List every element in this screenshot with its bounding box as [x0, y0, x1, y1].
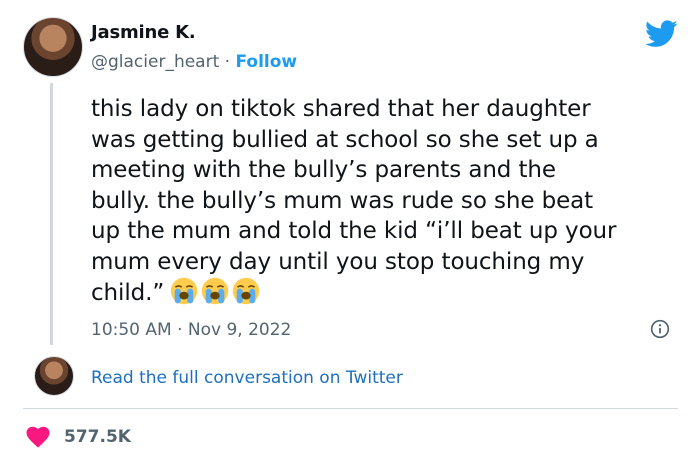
author-name[interactable]: Jasmine K.	[91, 22, 196, 43]
thread-line	[50, 83, 53, 345]
loudly-crying-face-icon	[170, 277, 198, 305]
loudly-crying-face-icon	[201, 277, 229, 305]
info-icon[interactable]	[650, 319, 670, 339]
divider	[23, 408, 678, 409]
emoji-row	[170, 277, 260, 305]
tweet-text-block: this lady on tiktok shared that her daug…	[91, 94, 691, 309]
author-handle[interactable]: @glacier_heart	[91, 52, 219, 72]
read-conversation-link[interactable]: Read the full conversation on Twitter	[91, 368, 403, 388]
author-avatar[interactable]	[23, 17, 83, 77]
twitter-bird-icon[interactable]	[645, 20, 678, 48]
follow-button[interactable]: Follow	[235, 52, 297, 72]
author-handle-row: @glacier_heart · Follow	[91, 52, 297, 72]
likes-count[interactable]: 577.5K	[64, 427, 131, 447]
tweet-timestamp[interactable]: 10:50 AM · Nov 9, 2022	[91, 320, 291, 340]
loudly-crying-face-icon	[232, 277, 260, 305]
tweet-text: this lady on tiktok shared that her daug…	[91, 96, 617, 306]
reply-avatar[interactable]	[34, 356, 74, 396]
handle-separator: ·	[219, 52, 236, 72]
heart-icon[interactable]	[26, 426, 50, 448]
